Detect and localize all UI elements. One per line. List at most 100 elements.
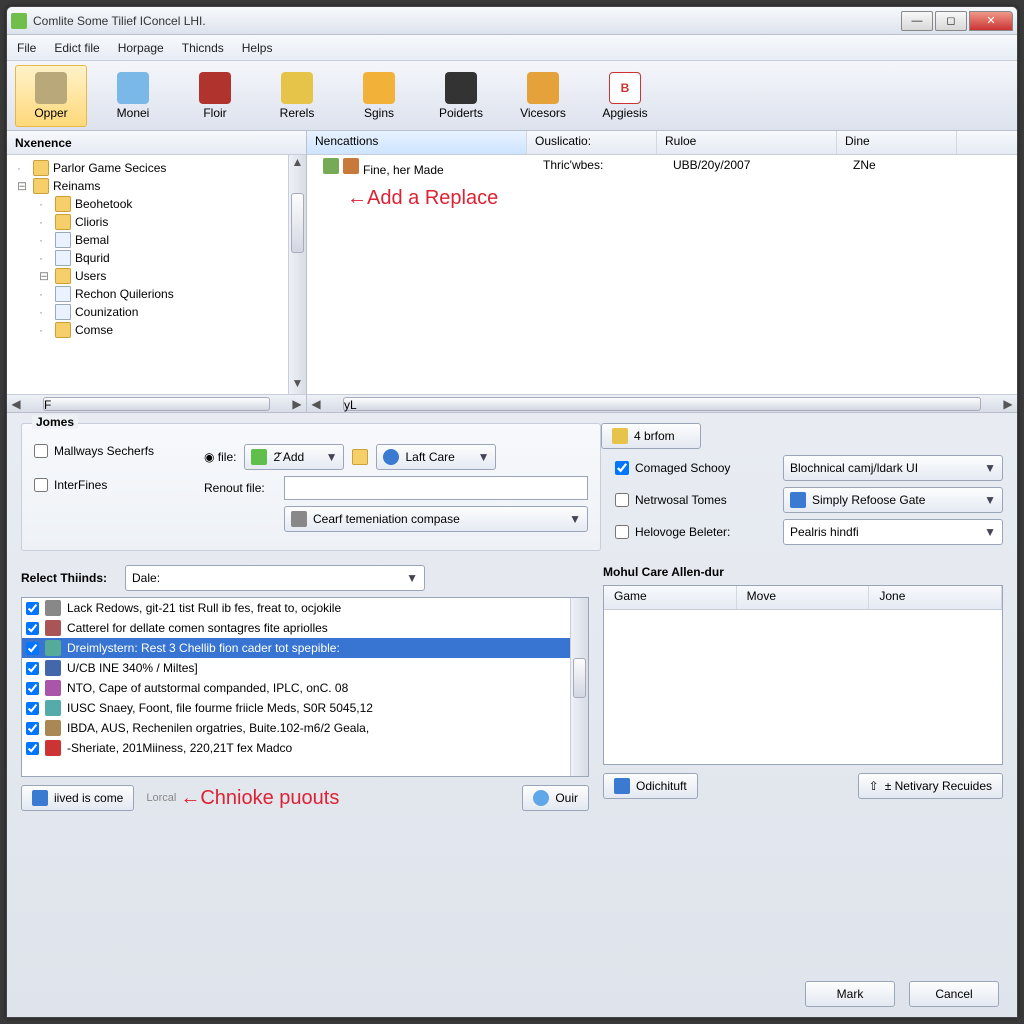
toolbtn-rerels[interactable]: Rerels <box>261 65 333 127</box>
tree-node[interactable]: ·Clioris <box>9 213 286 231</box>
list-item[interactable]: IBDA, AUS, Rechenilen orgatries, Buite.1… <box>22 718 588 738</box>
globe2-icon <box>533 790 549 806</box>
tree-node[interactable]: ·Beohetook <box>9 195 286 213</box>
tree-node[interactable]: ·Rechon Quilerions <box>9 285 286 303</box>
list-item[interactable]: Lack Redows, git-21 tist Rull ib fes, fr… <box>22 598 588 618</box>
tree-node[interactable]: ⊟Users <box>9 267 286 285</box>
list-hscroll[interactable]: ◀yL▶ <box>307 394 1017 412</box>
netivary-label: ± Netivary Recuides <box>885 779 992 793</box>
toolbtn-label: Poiderts <box>439 106 483 120</box>
toolbtn-vicesors[interactable]: Vicesors <box>507 65 579 127</box>
cear-combo[interactable]: Cearf temeniation compase▼ <box>284 506 588 532</box>
list-col[interactable]: Ouslicatio: <box>527 131 657 154</box>
list-item-label: -Sheriate, 201Miiness, 220,21T fex Madco <box>67 741 292 755</box>
laft-combo[interactable]: Laft Care▼ <box>376 444 496 470</box>
maximize-button[interactable]: ◻ <box>935 11 967 31</box>
list-item[interactable]: NTO, Cape of autstormal companded, IPLC,… <box>22 678 588 698</box>
menu-helps[interactable]: Helps <box>242 41 273 55</box>
tree-node[interactable]: ·Bemal <box>9 231 286 249</box>
list-item[interactable]: U/CB INE 340% / Miltes] <box>22 658 588 678</box>
menu-horpage[interactable]: Horpage <box>118 41 164 55</box>
iived-button[interactable]: iived is come <box>21 785 134 811</box>
toolbtn-floir[interactable]: Floir <box>179 65 251 127</box>
minimize-button[interactable]: — <box>901 11 933 31</box>
list-col[interactable]: Ruloe <box>657 131 837 154</box>
toolbtn-icon <box>527 72 559 104</box>
star-icon <box>612 428 628 444</box>
combo-blochnical[interactable]: Blochnical camj/ldark UI▼ <box>783 455 1003 481</box>
toolbtn-opper[interactable]: Opper <box>15 65 87 127</box>
tree-node[interactable]: ·Comse <box>9 321 286 339</box>
list-item[interactable]: -Sheriate, 201Miiness, 220,21T fex Madco <box>22 738 588 758</box>
netivary-button[interactable]: ⇧± Netivary Recuides <box>858 773 1003 799</box>
cancel-button[interactable]: Cancel <box>909 981 999 1007</box>
relect-vscroll[interactable] <box>570 598 588 776</box>
tree-header: Nxenence <box>7 131 306 155</box>
combo-pealris[interactable]: Pealris hindfi▼ <box>783 519 1003 545</box>
grid-col[interactable]: Move <box>737 586 870 609</box>
tree-vscroll[interactable]: ▲▼ <box>288 155 306 394</box>
tree-dot-icon: · <box>39 305 51 319</box>
folder-icon[interactable] <box>352 449 368 465</box>
menu-file[interactable]: File <box>17 41 36 55</box>
list-item-check[interactable] <box>26 662 39 675</box>
combo-simply[interactable]: Simply Refoose Gate▼ <box>783 487 1003 513</box>
list-col[interactable]: Nencattions <box>307 131 527 154</box>
list-item[interactable]: Catterel for dellate comen sontagres fit… <box>22 618 588 638</box>
chk-mallways[interactable]: Mallways Secherfs <box>34 444 184 458</box>
relect-listbox[interactable]: Lack Redows, git-21 tist Rull ib fes, fr… <box>21 597 589 777</box>
list-item-check[interactable] <box>26 682 39 695</box>
mark-button[interactable]: Mark <box>805 981 895 1007</box>
menu-edit[interactable]: Edict file <box>54 41 99 55</box>
tree-node-label: Rechon Quilerions <box>75 287 174 301</box>
add-combo-label: 2̌ Add <box>273 450 304 464</box>
list-item-check[interactable] <box>26 722 39 735</box>
toolbtn-sgins[interactable]: Sgins <box>343 65 415 127</box>
grid-col[interactable]: Jone <box>869 586 1002 609</box>
list-item[interactable]: Dreimlystern: Rest 3 Chellib fion cader … <box>22 638 588 658</box>
chk-interfines[interactable]: InterFines <box>34 478 184 492</box>
list-item-label: IUSC Snaey, Foont, file fourme friicle M… <box>67 701 373 715</box>
menu-thicnds[interactable]: Thicnds <box>182 41 224 55</box>
app-icon <box>11 13 27 29</box>
odichituft-button[interactable]: Odichituft <box>603 773 698 799</box>
list-item-check[interactable] <box>26 642 39 655</box>
list-item-check[interactable] <box>26 742 39 755</box>
collapse-icon[interactable]: ⊟ <box>39 269 51 283</box>
chk-netrwosal[interactable]: Netrwosal Tomes <box>615 493 775 507</box>
tree-hscroll[interactable]: ◀F▶ <box>7 394 306 412</box>
toolbtn-label: Sgins <box>364 106 394 120</box>
bifom-button[interactable]: 4 brfom <box>601 423 701 449</box>
toolbtn-poiderts[interactable]: Poiderts <box>425 65 497 127</box>
add-combo[interactable]: 2̌ Add▼ <box>244 444 344 470</box>
chk-helovoge[interactable]: Helovoge Beleter: <box>615 525 775 539</box>
mohul-grid[interactable]: GameMoveJone <box>603 585 1003 765</box>
tree-node-label: Clioris <box>75 215 108 229</box>
tree-node[interactable]: ·Parlor Game Secices <box>9 159 286 177</box>
list-item-label: IBDA, AUS, Rechenilen orgatries, Buite.1… <box>67 721 369 735</box>
page-icon <box>55 304 71 320</box>
list-item-check[interactable] <box>26 622 39 635</box>
tree[interactable]: ·Parlor Game Secices⊟Reinams·Beohetook·C… <box>7 155 288 394</box>
list-item[interactable]: IUSC Snaey, Foont, file fourme friicle M… <box>22 698 588 718</box>
collapse-icon[interactable]: ⊟ <box>17 179 29 193</box>
dale-combo[interactable]: Dale:▼ <box>125 565 425 591</box>
grid-col[interactable]: Game <box>604 586 737 609</box>
ouir-button[interactable]: Ouir <box>522 785 589 811</box>
mohul-legend: Mohul Care Allen-dur <box>603 565 724 579</box>
toolbtn-monei[interactable]: Monei <box>97 65 169 127</box>
right-options: 4 brfom Comaged Schooy Blochnical camj/l… <box>615 423 1003 551</box>
close-button[interactable]: ✕ <box>969 11 1013 31</box>
list-col[interactable]: Dine <box>837 131 957 154</box>
list-row[interactable]: Fine, her MadeThric'wbes:UBB/20y/2007ZNe <box>307 155 1017 180</box>
renout-input[interactable] <box>284 476 588 500</box>
list-item-check[interactable] <box>26 702 39 715</box>
list-item-check[interactable] <box>26 602 39 615</box>
chk-comaged[interactable]: Comaged Schooy <box>615 461 775 475</box>
tree-node[interactable]: ·Bqurid <box>9 249 286 267</box>
tree-node[interactable]: ⊟Reinams <box>9 177 286 195</box>
tree-node[interactable]: ·Counization <box>9 303 286 321</box>
toolbtn-apgiesis[interactable]: BApgiesis <box>589 65 661 127</box>
tree-header-label: Nxenence <box>15 136 72 150</box>
chk-mallways-label: Mallways Secherfs <box>54 444 154 458</box>
